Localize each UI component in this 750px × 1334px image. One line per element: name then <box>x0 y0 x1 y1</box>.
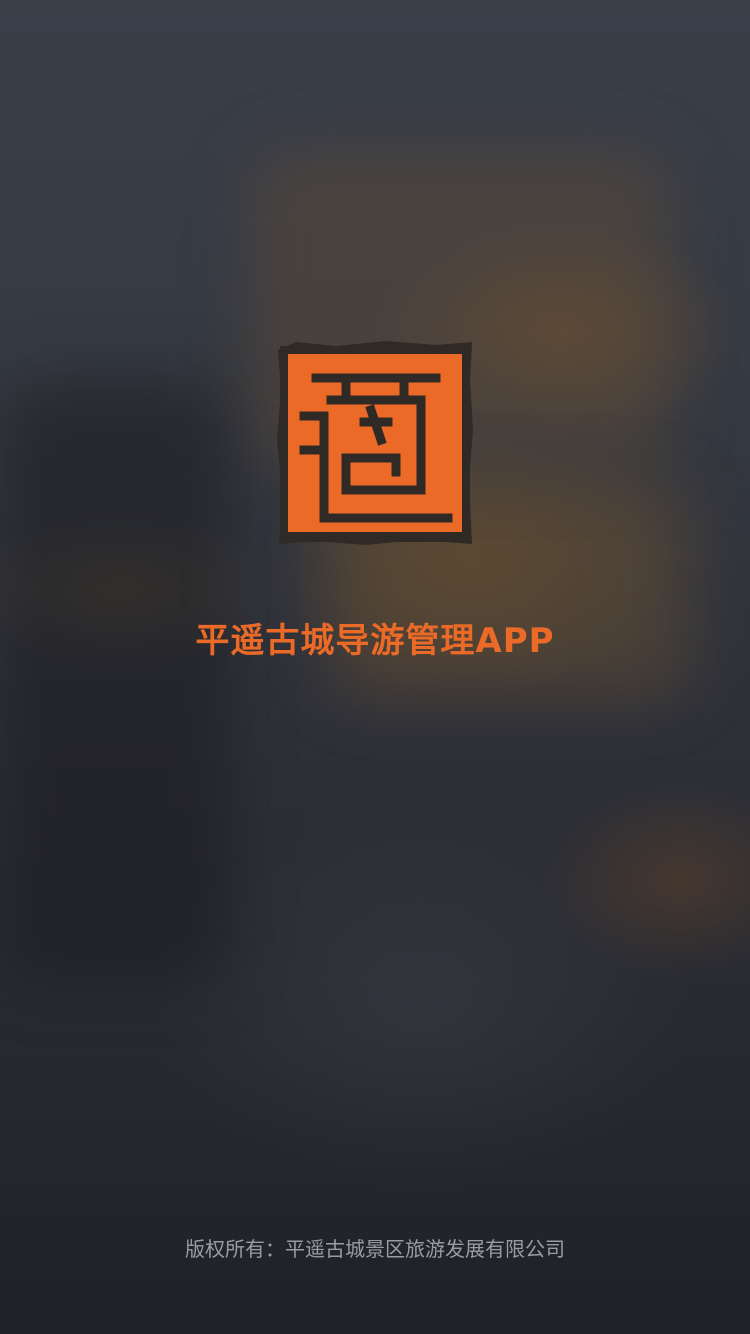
seal-logo-icon <box>277 341 473 545</box>
splash-screen: 平遥古城导游管理APP 版权所有：平遥古城景区旅游发展有限公司 <box>0 0 750 1334</box>
copyright-text: 版权所有：平遥古城景区旅游发展有限公司 <box>185 1237 565 1261</box>
background-street-blur <box>0 380 230 980</box>
app-title: 平遥古城导游管理APP <box>195 621 555 661</box>
